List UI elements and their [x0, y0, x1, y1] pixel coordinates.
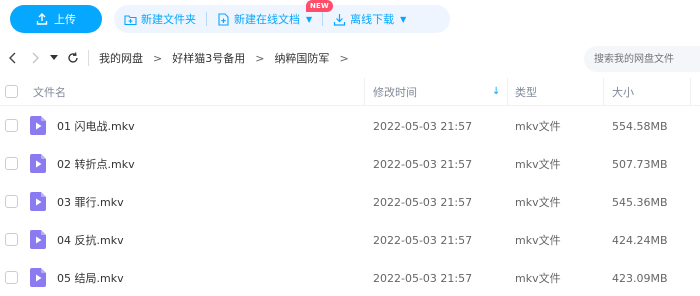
- row-checkbox[interactable]: [5, 271, 18, 284]
- file-size: 545.36MB: [612, 195, 668, 209]
- search-input[interactable]: [584, 46, 700, 72]
- file-size: 507.73MB: [612, 157, 668, 171]
- file-size: 424.24MB: [612, 233, 668, 247]
- column-header-type[interactable]: 类型: [515, 84, 537, 100]
- row-checkbox[interactable]: [5, 157, 18, 170]
- column-divider: [690, 78, 691, 106]
- breadcrumb-item-folder[interactable]: 好样猫3号备用: [172, 50, 245, 66]
- sort-down-arrow-icon[interactable]: ↓: [492, 86, 500, 97]
- file-modified-time: 2022-05-03 21:57: [373, 271, 473, 285]
- chevron-left-icon: [9, 52, 16, 64]
- file-name[interactable]: 02 转折点.mkv: [57, 156, 135, 172]
- file-name[interactable]: 03 罪行.mkv: [57, 194, 124, 210]
- caret-down-icon: [50, 55, 58, 60]
- file-type: mkv文件: [515, 196, 561, 209]
- forward-button[interactable]: [24, 44, 46, 72]
- file-type: mkv文件: [515, 120, 561, 133]
- download-icon: [334, 13, 346, 26]
- new-online-doc-label: 新建在线文档: [234, 13, 300, 26]
- column-divider: [364, 78, 365, 106]
- file-type: mkv文件: [515, 234, 561, 247]
- file-name[interactable]: 05 结局.mkv: [57, 270, 124, 286]
- new-online-doc-button[interactable]: 新建在线文档 ▼: [207, 5, 322, 33]
- row-checkbox[interactable]: [5, 119, 18, 132]
- divider: [88, 50, 89, 66]
- table-row[interactable]: 04 反抗.mkv 2022-05-03 21:57 mkv文件 424.24M…: [0, 221, 700, 259]
- back-button[interactable]: [2, 44, 24, 72]
- refresh-icon: [68, 52, 78, 63]
- table-row[interactable]: 05 结局.mkv 2022-05-03 21:57 mkv文件 423.09M…: [0, 259, 700, 296]
- offline-download-button[interactable]: 离线下载 ▼: [323, 5, 416, 33]
- breadcrumb-separator: >: [255, 51, 265, 65]
- new-folder-button[interactable]: 新建文件夹: [114, 5, 206, 33]
- select-all-checkbox[interactable]: [5, 85, 18, 98]
- file-size: 554.58MB: [612, 119, 668, 133]
- upload-button[interactable]: 上传: [10, 5, 102, 33]
- new-badge: NEW: [306, 0, 333, 12]
- breadcrumb-separator: >: [339, 51, 349, 65]
- video-file-icon: [30, 230, 46, 249]
- file-modified-time: 2022-05-03 21:57: [373, 157, 473, 171]
- caret-down-icon: ▼: [306, 14, 313, 24]
- history-dropdown[interactable]: [46, 44, 62, 72]
- folder-plus-icon: [124, 14, 137, 25]
- offline-download-label: 离线下载: [350, 13, 395, 26]
- column-divider: [507, 78, 508, 106]
- column-divider: [603, 78, 604, 106]
- refresh-button[interactable]: [62, 44, 84, 72]
- table-row[interactable]: 02 转折点.mkv 2022-05-03 21:57 mkv文件 507.73…: [0, 145, 700, 183]
- toolbar: 上传 新建文件夹 新建在线文档 ▼ 离线下载 ▼ NEW: [0, 0, 700, 40]
- file-name[interactable]: 01 闪电战.mkv: [57, 118, 135, 134]
- video-file-icon: [30, 116, 46, 135]
- file-type: mkv文件: [515, 272, 561, 285]
- file-name[interactable]: 04 反抗.mkv: [57, 232, 124, 248]
- caret-down-icon: ▼: [400, 14, 407, 24]
- column-header-modified[interactable]: 修改时间: [373, 84, 417, 100]
- doc-plus-icon: [218, 12, 229, 26]
- file-type: mkv文件: [515, 158, 561, 171]
- file-modified-time: 2022-05-03 21:57: [373, 119, 473, 133]
- upload-icon: [36, 13, 48, 25]
- breadcrumb-bar: 我的网盘 > 好样猫3号备用 > 纳粹国防军 >: [0, 44, 700, 72]
- column-header-name[interactable]: 文件名: [33, 84, 66, 100]
- row-checkbox[interactable]: [5, 233, 18, 246]
- column-header-size[interactable]: 大小: [612, 84, 634, 100]
- chevron-right-icon: [32, 52, 39, 64]
- breadcrumb-item-current[interactable]: 纳粹国防军: [274, 50, 329, 66]
- upload-label: 上传: [54, 13, 76, 26]
- table-header: 文件名 修改时间 ↓ 类型 大小: [0, 78, 700, 106]
- file-modified-time: 2022-05-03 21:57: [373, 233, 473, 247]
- action-group: 新建文件夹 新建在线文档 ▼ 离线下载 ▼: [114, 5, 450, 33]
- table-row[interactable]: 03 罪行.mkv 2022-05-03 21:57 mkv文件 545.36M…: [0, 183, 700, 221]
- video-file-icon: [30, 192, 46, 211]
- row-checkbox[interactable]: [5, 195, 18, 208]
- breadcrumb-item-root[interactable]: 我的网盘: [99, 50, 143, 66]
- video-file-icon: [30, 154, 46, 173]
- new-folder-label: 新建文件夹: [141, 13, 196, 26]
- video-file-icon: [30, 268, 46, 287]
- file-size: 423.09MB: [612, 271, 668, 285]
- table-row[interactable]: 01 闪电战.mkv 2022-05-03 21:57 mkv文件 554.58…: [0, 107, 700, 145]
- file-modified-time: 2022-05-03 21:57: [373, 195, 473, 209]
- breadcrumb-separator: >: [153, 51, 163, 65]
